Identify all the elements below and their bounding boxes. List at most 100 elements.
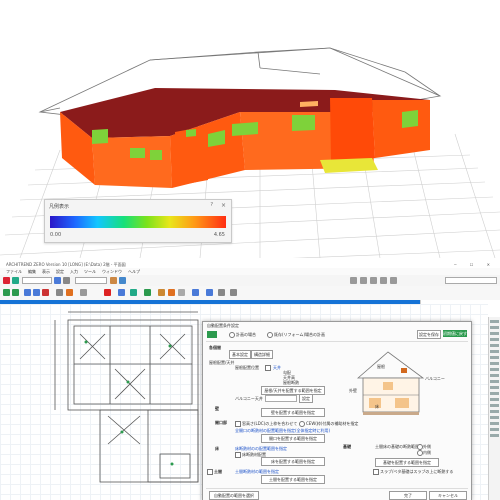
window-5 xyxy=(232,122,258,136)
footer-divider xyxy=(206,488,468,489)
mode-icon-2[interactable] xyxy=(12,289,19,296)
window-6 xyxy=(292,115,315,131)
insulation-icon[interactable] xyxy=(130,289,137,296)
3d-view-panel[interactable]: 凡例表示 ? × 0.00 4.65 xyxy=(0,0,500,258)
settings-icon[interactable] xyxy=(230,289,237,296)
color-scale-bar xyxy=(50,216,226,228)
window-icon[interactable] xyxy=(56,289,63,296)
floor-icon[interactable] xyxy=(3,277,10,284)
foundation-text: 土間床の基礎の断熱範囲 xyxy=(375,444,419,449)
wall-right-block xyxy=(330,98,375,162)
help-icon[interactable]: ? xyxy=(210,202,213,208)
section-opening: 開口部 xyxy=(215,420,227,425)
floor-select[interactable] xyxy=(22,277,52,284)
redo-icon[interactable] xyxy=(119,277,126,284)
window-3 xyxy=(150,150,162,160)
cew-label: CEW(枠)付属の補助材を指定 xyxy=(306,421,359,426)
illus-label-roof: 屋根 xyxy=(377,364,385,369)
roof-icon[interactable] xyxy=(66,289,73,296)
reset-button[interactable]: 初期値に戻す xyxy=(443,330,467,337)
window-1 xyxy=(92,129,108,144)
right-toolbar[interactable] xyxy=(488,317,500,500)
tool-icon-d[interactable] xyxy=(380,277,387,284)
opening-range-button[interactable]: 開口を配置する範囲を指定 xyxy=(261,434,325,443)
divider xyxy=(206,341,468,342)
label-roof-ceiling: 屋根配置/天井 xyxy=(209,360,235,365)
foundation-range-button[interactable]: 基礎を配置する範囲を指定 xyxy=(375,458,439,467)
report-icon[interactable] xyxy=(192,289,199,296)
roof-range-button[interactable]: 屋根/天井を配置する範囲を指定 xyxy=(261,386,325,395)
window-9 xyxy=(300,101,318,107)
radio-plan-label: 計画の場合 xyxy=(236,332,256,337)
section-doma: 土間 xyxy=(214,469,222,474)
section-floor: 床 xyxy=(215,446,219,451)
section-foundation: 基礎 xyxy=(343,444,351,449)
opt-ceiling[interactable]: 天井 xyxy=(273,365,281,371)
select-range-button[interactable]: 自動配置の範囲を選択 xyxy=(209,491,259,500)
layer-icon[interactable] xyxy=(12,277,19,284)
house-section-illustration xyxy=(356,351,425,415)
slab-label: スラブ/ベタ基礎はスラブの上に断熱する xyxy=(380,469,454,474)
legend-min: 0.00 xyxy=(50,232,62,238)
window-height-checkbox[interactable] xyxy=(235,421,241,427)
radio-reform-label: 既存(リフォーム)場合の計画 xyxy=(274,332,326,337)
window-8 xyxy=(186,129,196,137)
doma-range-button[interactable]: 土間を配置する範囲を指定 xyxy=(261,475,325,484)
cad-app-window[interactable]: ARCHITREND ZERO Version 10 [LONG] (E:\Da… xyxy=(0,262,500,500)
door-icon[interactable] xyxy=(42,289,49,296)
heat-icon[interactable] xyxy=(168,289,175,296)
mode-icon[interactable] xyxy=(3,289,10,296)
save-settings-button[interactable]: 設定を保存 xyxy=(417,330,441,339)
stair-icon[interactable] xyxy=(80,289,87,296)
scale-select[interactable] xyxy=(75,277,107,284)
window-controls[interactable]: ─ ☐ ✕ xyxy=(454,262,496,267)
section-kakuma: 各個間 xyxy=(209,345,221,350)
floor-range-button[interactable]: 床を配置する範囲を指定 xyxy=(261,457,325,466)
label-balcony: バルコニー天井 xyxy=(235,396,263,401)
floor-insulation-checkbox[interactable] xyxy=(235,452,241,458)
cew-radio[interactable] xyxy=(299,421,305,427)
roof-position-checkbox[interactable] xyxy=(265,365,271,371)
tool-icon-a[interactable] xyxy=(350,277,357,284)
ground-slab xyxy=(320,158,378,173)
tab-detail[interactable]: 構造詳細 xyxy=(251,350,273,359)
balcony-settings-button[interactable]: 設定 xyxy=(299,394,313,403)
tab-basic[interactable]: 基本設定 xyxy=(229,350,251,359)
wall-range-button[interactable]: 壁を配置する範囲を指定 xyxy=(261,408,325,417)
balcony-input[interactable] xyxy=(265,395,297,402)
tool-icon-c[interactable] xyxy=(370,277,377,284)
legend-title: 凡例表示 xyxy=(49,204,70,210)
stop-icon[interactable] xyxy=(104,289,111,296)
wall-right-end xyxy=(372,100,430,158)
plan-icon[interactable] xyxy=(24,289,31,296)
toolbar-main[interactable] xyxy=(0,286,500,301)
view-icon[interactable] xyxy=(54,277,61,284)
undo-icon[interactable] xyxy=(110,277,117,284)
check-icon[interactable] xyxy=(178,289,185,296)
section-wall: 壁 xyxy=(215,406,219,411)
dialog-icon[interactable] xyxy=(207,331,217,338)
dialog-title: 自動配置条件設定 xyxy=(207,323,239,328)
radio-reform[interactable] xyxy=(267,332,273,338)
wall-icon[interactable] xyxy=(33,289,40,296)
tool-icon-e[interactable] xyxy=(390,277,397,284)
eco-icon[interactable] xyxy=(144,289,151,296)
slab-checkbox[interactable] xyxy=(373,469,379,475)
auto-placement-dialog[interactable]: 自動配置条件設定 計画の場合 既存(リフォーム)場合の計画 設定を保存 初期値に… xyxy=(202,321,472,500)
window-2 xyxy=(130,148,145,158)
window-height-label: 窓高さ(LDC)の上枠を合わせて xyxy=(242,421,298,426)
illus-label-floor: 床 xyxy=(375,404,379,409)
doma-checkbox[interactable] xyxy=(207,469,213,475)
layer-view-icon[interactable] xyxy=(118,289,125,296)
radio-plan[interactable] xyxy=(229,332,235,338)
tool-icon-b[interactable] xyxy=(360,277,367,284)
export-icon[interactable] xyxy=(206,289,213,296)
zoom-icon[interactable] xyxy=(63,277,70,284)
legend-window[interactable]: 凡例表示 ? × 0.00 4.65 xyxy=(44,199,232,243)
ok-button[interactable]: 完了 xyxy=(389,491,427,500)
close-icon[interactable]: × xyxy=(221,202,226,209)
cancel-button[interactable]: キャンセル xyxy=(429,491,467,500)
print-icon[interactable] xyxy=(218,289,225,296)
search-input[interactable] xyxy=(445,277,497,284)
calc-icon[interactable] xyxy=(158,289,165,296)
